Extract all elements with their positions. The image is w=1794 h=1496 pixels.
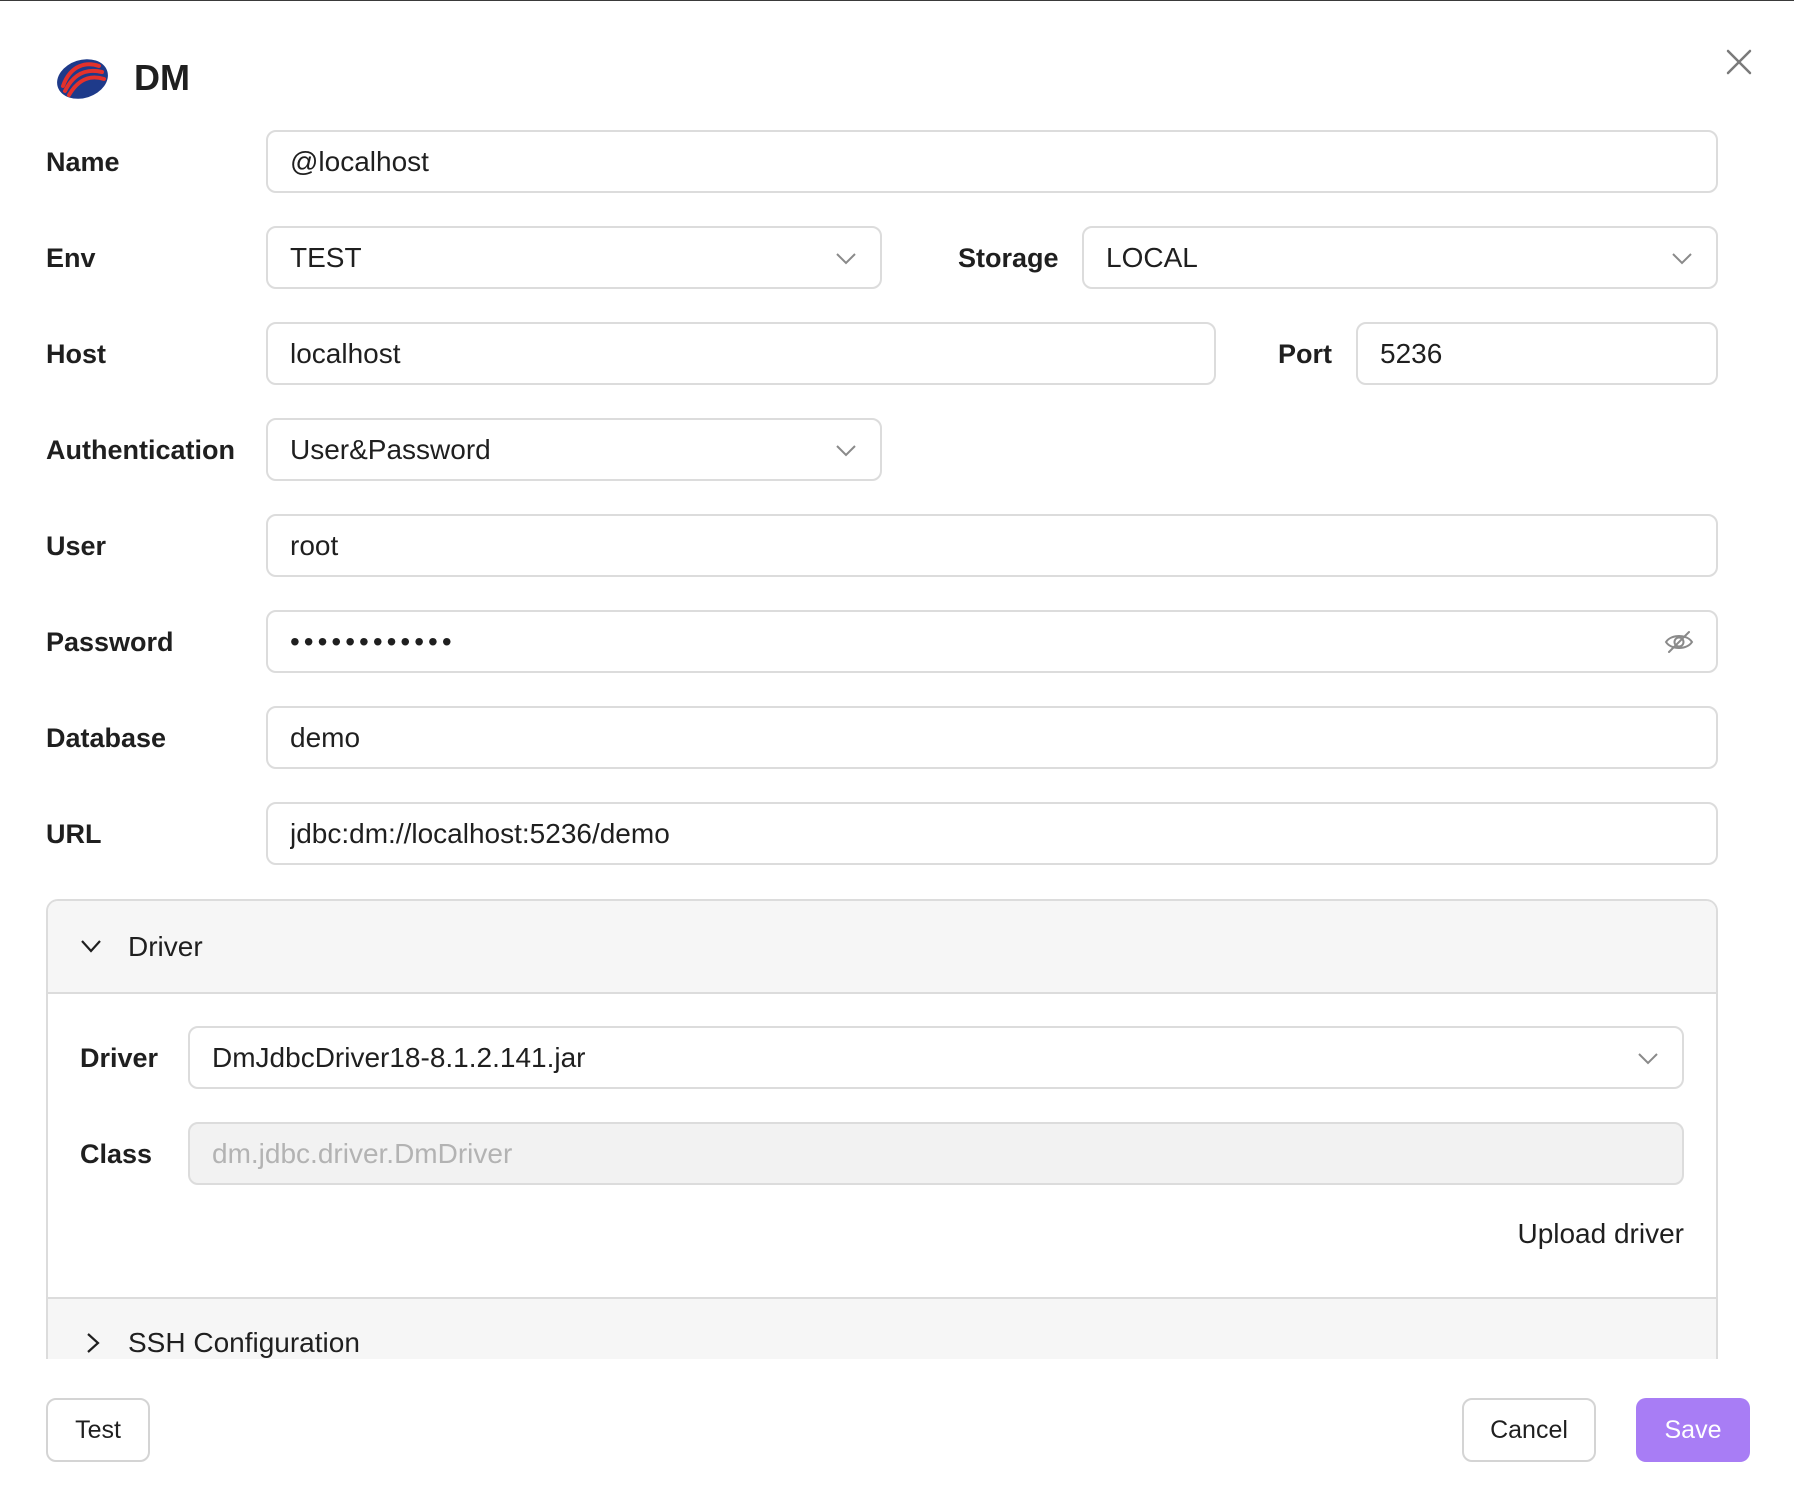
user-label: User — [46, 531, 107, 561]
authentication-label: Authentication — [46, 435, 235, 465]
url-value: jdbc:dm://localhost:5236/demo — [290, 817, 670, 849]
save-button[interactable]: Save — [1636, 1398, 1750, 1462]
env-select[interactable]: TEST — [266, 226, 882, 289]
host-label: Host — [46, 339, 106, 369]
storage-select[interactable]: LOCAL — [1082, 226, 1718, 289]
password-input[interactable]: •••••••••••• — [266, 610, 1718, 673]
dialog-title: DM — [134, 57, 190, 98]
eye-hidden-icon[interactable] — [1664, 629, 1694, 655]
upload-driver-link[interactable]: Upload driver — [1517, 1216, 1684, 1252]
database-label: Database — [46, 723, 167, 753]
connection-dialog: DM Name @localhost Env TEST Storage LOCA… — [0, 1, 1794, 1496]
env-label: Env — [46, 243, 96, 273]
database-input[interactable]: demo — [266, 706, 1718, 769]
class-placeholder: dm.jdbc.driver.DmDriver — [212, 1137, 513, 1169]
port-value: 5236 — [1380, 337, 1443, 369]
storage-label: Storage — [958, 243, 1059, 273]
chevron-down-icon — [836, 444, 856, 456]
env-value: TEST — [290, 241, 362, 273]
ssh-panel-title: SSH Configuration — [128, 1327, 360, 1358]
advanced-collapse: Driver Driver DmJdbcDriver18-8.1.2.141.j… — [46, 899, 1718, 1359]
chevron-down-icon — [81, 940, 101, 953]
driver-select[interactable]: DmJdbcDriver18-8.1.2.141.jar — [188, 1026, 1684, 1089]
driver-panel-title: Driver — [128, 931, 203, 962]
chevron-down-icon — [1672, 252, 1692, 264]
url-input[interactable]: jdbc:dm://localhost:5236/demo — [266, 802, 1718, 865]
database-value: demo — [290, 721, 361, 753]
driver-value: DmJdbcDriver18-8.1.2.141.jar — [212, 1041, 586, 1073]
url-label: URL — [46, 819, 102, 849]
driver-panel-header[interactable]: Driver — [48, 901, 1716, 994]
user-input[interactable]: root — [266, 514, 1718, 577]
name-value: @localhost — [290, 145, 429, 177]
dm-logo-icon — [57, 59, 108, 99]
authentication-value: User&Password — [290, 433, 491, 465]
password-value: •••••••••••• — [290, 625, 456, 657]
name-input[interactable]: @localhost — [266, 130, 1718, 193]
driver-label: Driver — [80, 1043, 159, 1073]
class-label: Class — [80, 1139, 153, 1169]
class-input: dm.jdbc.driver.DmDriver — [188, 1122, 1684, 1185]
port-label: Port — [1278, 339, 1332, 369]
user-value: root — [290, 529, 339, 561]
ssh-panel-header[interactable]: SSH Configuration — [48, 1297, 1716, 1359]
chevron-right-icon — [87, 1333, 100, 1353]
host-value: localhost — [290, 337, 401, 369]
host-input[interactable]: localhost — [266, 322, 1216, 385]
chevron-down-icon — [836, 252, 856, 264]
port-input[interactable]: 5236 — [1356, 322, 1718, 385]
close-icon[interactable] — [1722, 45, 1756, 79]
chevron-down-icon — [1638, 1052, 1658, 1064]
cancel-button[interactable]: Cancel — [1462, 1398, 1596, 1462]
test-button[interactable]: Test — [46, 1398, 150, 1462]
password-label: Password — [46, 627, 174, 657]
storage-value: LOCAL — [1106, 241, 1198, 273]
driver-panel-body: Driver DmJdbcDriver18-8.1.2.141.jar Clas… — [48, 994, 1716, 1297]
authentication-select[interactable]: User&Password — [266, 418, 882, 481]
name-label: Name — [46, 147, 120, 177]
